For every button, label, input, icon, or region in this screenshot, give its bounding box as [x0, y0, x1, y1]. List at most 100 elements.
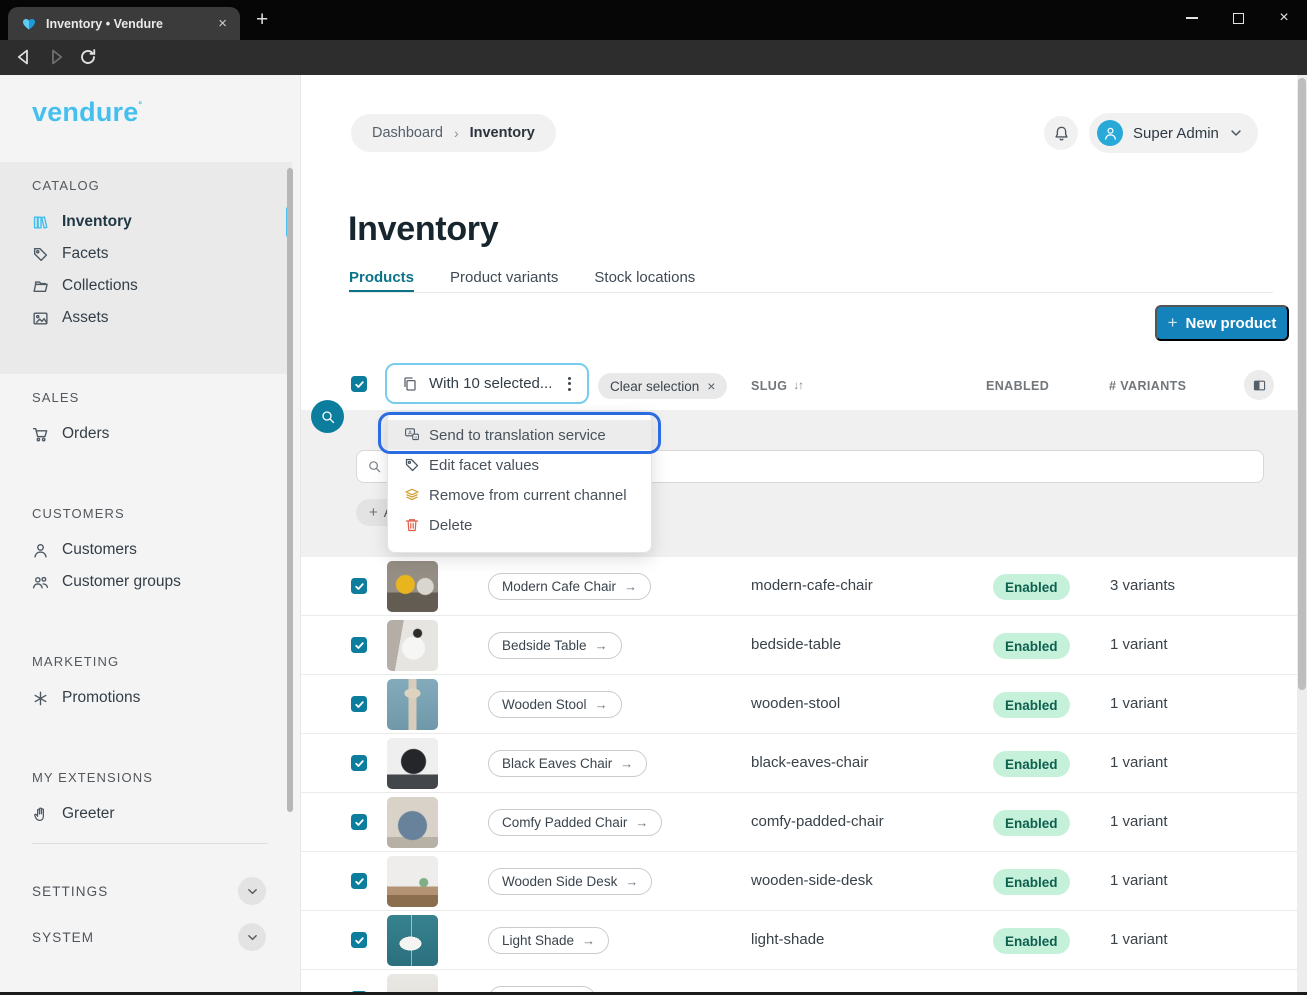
product-thumbnail — [387, 679, 438, 730]
reload-icon[interactable] — [78, 47, 98, 67]
browser-titlebar: Inventory • Vendure × + × — [0, 0, 1307, 40]
menu-item[interactable]: Send to translation service — [388, 420, 651, 450]
sidebar-scrollbar-thumb[interactable] — [287, 168, 293, 812]
product-name-chip[interactable]: Wooden Stool → — [488, 691, 622, 718]
sidebar-section-heading: MARKETING — [32, 654, 292, 670]
window-minimize-button[interactable] — [1169, 0, 1215, 36]
clear-selection-button[interactable]: Clear selection × — [598, 373, 727, 399]
status-badge: Enabled — [993, 692, 1070, 718]
new-tab-button[interactable]: + — [256, 8, 268, 32]
check-icon — [354, 876, 365, 887]
search-toggle-button[interactable] — [311, 400, 344, 433]
check-icon — [354, 935, 365, 946]
product-name-chip[interactable]: Wooden Side Desk → — [488, 868, 652, 895]
product-thumbnail — [387, 797, 438, 848]
menu-item[interactable]: Remove from current channel — [388, 480, 651, 510]
product-thumbnail — [387, 738, 438, 789]
row-checkbox[interactable] — [351, 873, 367, 889]
sidebar-item[interactable]: Greeter — [0, 798, 292, 830]
row-checkbox[interactable] — [351, 814, 367, 830]
notifications-button[interactable] — [1044, 116, 1078, 150]
breadcrumb-dashboard[interactable]: Dashboard — [372, 125, 443, 141]
sidebar-item[interactable]: Orders — [0, 418, 292, 450]
chevron-down-icon — [1229, 126, 1243, 140]
sort-icon[interactable]: ↓↑ — [793, 380, 803, 392]
folder-icon — [32, 278, 49, 295]
sidebar-item[interactable]: Inventory — [0, 206, 292, 238]
bulk-actions-menu: Send to translation service Edit facet v… — [387, 411, 652, 553]
product-name-chip[interactable]: Bedside Table → — [488, 632, 622, 659]
tab-close-icon[interactable]: × — [215, 15, 230, 32]
chevron-down-icon[interactable] — [238, 877, 266, 905]
breadcrumb-inventory[interactable]: Inventory — [470, 125, 535, 141]
table-row: Bedside Table → bedside-table Enabled 1 … — [301, 616, 1298, 675]
tabs-border — [349, 292, 1273, 293]
menu-item[interactable]: Delete — [388, 510, 651, 540]
bulk-actions-button[interactable]: With 10 selected... — [385, 363, 589, 404]
menu-item[interactable]: Edit facet values — [388, 450, 651, 480]
product-name-chip[interactable]: Black Eaves Chair → — [488, 750, 647, 777]
page-scrollbar-thumb[interactable] — [1298, 78, 1306, 690]
column-settings-button[interactable] — [1244, 370, 1274, 400]
sidebar-item[interactable]: Promotions — [0, 682, 292, 714]
search-icon — [320, 409, 336, 425]
product-name-chip[interactable]: Light Shade → — [488, 927, 609, 954]
variant-count: 1 variant — [1110, 931, 1168, 948]
column-header-variants: # VARIANTS — [1109, 379, 1186, 393]
sidebar-section-heading: MY EXTENSIONS — [32, 770, 292, 786]
sidebar-section-heading: SYSTEM — [32, 930, 94, 945]
select-all-checkbox[interactable] — [351, 376, 367, 392]
sidebar-section: CATALOG Inventory Facets — [0, 162, 292, 374]
row-checkbox[interactable] — [351, 637, 367, 653]
tab[interactable]: Product variants — [450, 265, 558, 291]
sidebar-collapsed-section[interactable]: SETTINGS — [0, 868, 292, 914]
search-icon — [367, 459, 382, 474]
status-badge: Enabled — [993, 574, 1070, 600]
sidebar-collapsed-section[interactable]: SYSTEM — [0, 914, 292, 960]
row-checkbox[interactable] — [351, 755, 367, 771]
chevron-down-icon[interactable] — [238, 923, 266, 951]
product-slug: wooden-side-desk — [751, 872, 873, 889]
sidebar-item[interactable]: Assets — [0, 302, 292, 334]
variant-count: 1 variant — [1110, 872, 1168, 889]
product-thumbnail — [387, 856, 438, 907]
sidebar-item[interactable]: Customer groups — [0, 566, 292, 598]
sidebar-item[interactable]: Facets — [0, 238, 292, 270]
back-icon[interactable] — [14, 47, 34, 67]
arrow-right-icon: → — [582, 933, 595, 948]
user-menu[interactable]: Super Admin — [1089, 113, 1258, 153]
hand-icon — [32, 806, 49, 823]
check-icon — [354, 379, 365, 390]
check-icon — [354, 699, 365, 710]
sidebar-item[interactable]: Collections — [0, 270, 292, 302]
row-checkbox[interactable] — [351, 932, 367, 948]
row-checkbox[interactable] — [351, 696, 367, 712]
tab[interactable]: Stock locations — [594, 265, 695, 291]
browser-tab[interactable]: Inventory • Vendure × — [8, 7, 240, 40]
sidebar-divider — [32, 843, 268, 844]
window-maximize-button[interactable] — [1215, 0, 1261, 36]
sidebar-section: CUSTOMERS Customers Customer groups — [0, 490, 292, 638]
product-slug: bedside-table — [751, 636, 841, 653]
plus-icon: + — [1168, 313, 1178, 333]
tag-icon — [32, 246, 49, 263]
kebab-icon[interactable] — [566, 375, 573, 393]
sidebar-section-heading: SALES — [32, 390, 292, 406]
new-product-button[interactable]: + New product — [1155, 305, 1289, 341]
image-icon — [32, 310, 49, 327]
product-thumbnail — [387, 620, 438, 671]
tab[interactable]: Products — [349, 265, 414, 291]
close-icon: × — [707, 378, 715, 394]
table-row: Wooden Side Desk → wooden-side-desk Enab… — [301, 852, 1298, 911]
row-checkbox[interactable] — [351, 578, 367, 594]
sidebar-item[interactable]: Customers — [0, 534, 292, 566]
vendure-logo[interactable]: vendure˚ — [32, 97, 143, 128]
product-name-chip[interactable]: Comfy Padded Chair → — [488, 809, 662, 836]
product-name-chip[interactable]: Modern Cafe Chair → — [488, 573, 651, 600]
sidebar-item-label: Greeter — [62, 805, 115, 823]
table-row: Wooden Stool → wooden-stool Enabled 1 va… — [301, 675, 1298, 734]
columns-icon — [1252, 378, 1267, 393]
forward-icon[interactable] — [46, 47, 66, 67]
sidebar: vendure˚ CATALOG Inventory Facets — [0, 75, 300, 995]
window-close-button[interactable]: × — [1261, 0, 1307, 36]
